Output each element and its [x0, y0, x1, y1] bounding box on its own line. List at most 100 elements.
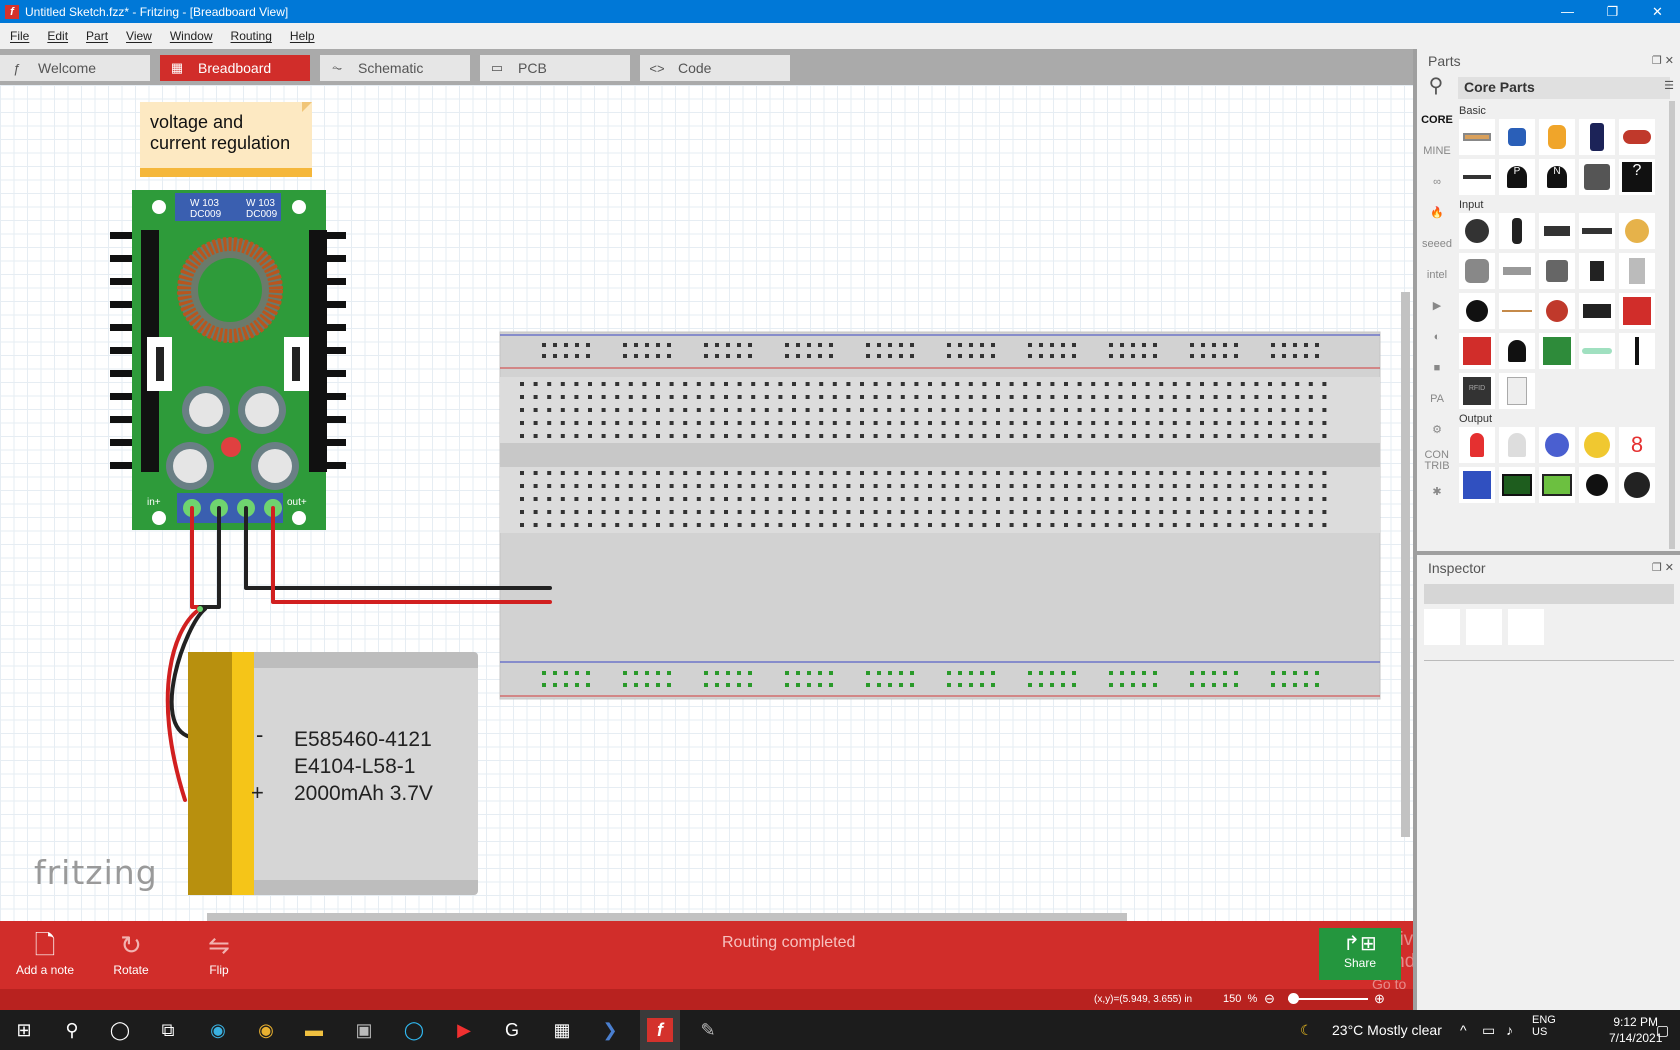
tab-schematic[interactable]: ⏦ Schematic [320, 55, 470, 81]
google-icon[interactable]: G [499, 1018, 525, 1042]
menu-part[interactable]: Part [86, 29, 108, 43]
note-text[interactable]: voltage and current regulation [140, 102, 312, 164]
part-rfid-reader[interactable]: RFID [1459, 373, 1495, 409]
bin-tab-core[interactable]: CORE [1421, 104, 1453, 135]
language-indicator[interactable]: ENG US [1532, 1014, 1556, 1038]
part-pnp-transistor[interactable]: P [1499, 159, 1535, 195]
part-humidity-sensor[interactable] [1499, 373, 1535, 409]
part-mystery-part[interactable]: ? [1619, 159, 1655, 195]
bin-tab-mine[interactable]: MINE [1421, 135, 1453, 166]
part-tantalum-capacitor[interactable] [1539, 119, 1575, 155]
powershell-icon[interactable]: ❯ [597, 1018, 623, 1042]
edge-icon[interactable]: ◉ [205, 1018, 231, 1042]
part-sensor-board[interactable] [1539, 333, 1575, 369]
zoom-in-icon[interactable]: ⊕ [1374, 991, 1385, 1007]
bin-tab-more[interactable]: ✱ [1421, 476, 1453, 507]
part-white-led[interactable] [1499, 427, 1535, 463]
bin-tab-sparkfun[interactable]: 🔥 [1421, 197, 1453, 228]
zoom-slider-handle[interactable] [1288, 993, 1299, 1004]
part-npn-transistor[interactable]: N [1539, 159, 1575, 195]
part-tilt-sensor[interactable] [1619, 253, 1655, 289]
part-resistor[interactable] [1459, 119, 1495, 155]
tab-breadboard[interactable]: ▦ Breadboard [160, 55, 310, 81]
close-button[interactable]: ✕ [1635, 0, 1680, 23]
menu-edit[interactable]: Edit [47, 29, 68, 43]
part-reed-switch[interactable] [1619, 213, 1655, 249]
part-dip-switch[interactable] [1579, 213, 1615, 249]
parts-scrollbar[interactable] [1669, 101, 1675, 549]
part-lcd-display[interactable] [1499, 467, 1535, 503]
menu-routing[interactable]: Routing [231, 29, 272, 43]
add-note-button[interactable]: 🗋 Add a note [0, 929, 90, 977]
tab-code[interactable]: <> Code [640, 55, 790, 81]
bin-tab-seeed[interactable]: seeed [1421, 228, 1453, 259]
part-buzzer[interactable] [1579, 467, 1615, 503]
bin-tab-pa[interactable]: PA [1421, 383, 1453, 414]
cortana-icon[interactable]: ◯ [107, 1018, 133, 1042]
part-joystick[interactable] [1499, 213, 1535, 249]
part-temperature-sensor[interactable] [1499, 333, 1535, 369]
part-sparkfun-board[interactable] [1459, 333, 1495, 369]
bin-tab-arduino[interactable]: ∞ [1421, 166, 1453, 197]
maximize-button[interactable]: ❐ [1590, 0, 1635, 23]
inspector-panel-controls[interactable]: ❐ ✕ [1652, 561, 1674, 574]
youtube-icon[interactable]: ▶ [451, 1018, 477, 1042]
dc-dc-converter[interactable]: W 103 DC009 W 103 DC009 in+ out+ [110, 190, 346, 530]
bin-tab-hardware[interactable]: ⚙ [1421, 414, 1453, 445]
windows-start-icon[interactable]: ⊞ [11, 1018, 37, 1042]
parts-panel-controls[interactable]: ❐ ✕ [1652, 54, 1674, 67]
part-photocell[interactable] [1539, 293, 1575, 329]
part-ir-sensor[interactable] [1579, 293, 1615, 329]
bin-tab-play[interactable]: ▶ [1421, 290, 1453, 321]
part-reed-relay[interactable] [1579, 333, 1615, 369]
canvas-horizontal-scrollbar[interactable] [207, 913, 1127, 921]
panel-splitter[interactable] [1417, 551, 1680, 555]
part-diode[interactable] [1459, 159, 1495, 195]
bin-tab-snootlab[interactable]: ◐ [1421, 321, 1453, 352]
fritzing-taskbar-icon[interactable]: f [647, 1018, 673, 1042]
alexa-icon[interactable]: ◯ [401, 1018, 427, 1042]
tab-pcb[interactable]: ▭ PCB [480, 55, 630, 81]
part-electrolytic-capacitor[interactable] [1579, 119, 1615, 155]
search-icon[interactable]: ⚲ [59, 1018, 85, 1042]
menu-view[interactable]: View [126, 29, 152, 43]
part-microphone[interactable] [1459, 293, 1495, 329]
part-accelerometer[interactable] [1619, 293, 1655, 329]
calculator-icon[interactable]: ▦ [549, 1018, 575, 1042]
part-potentiometer[interactable] [1459, 253, 1495, 289]
search-icon[interactable]: ⚲ [1421, 73, 1451, 101]
breadboard[interactable] [499, 331, 1381, 700]
part-slide-switch[interactable] [1539, 213, 1575, 249]
notifications-icon[interactable]: ▢ [1656, 1022, 1669, 1039]
part-wire-sensor[interactable] [1499, 293, 1535, 329]
tray-chevron-icon[interactable]: ^ [1460, 1022, 1467, 1038]
flip-button[interactable]: ⇋ Flip [174, 929, 264, 977]
minimize-button[interactable]: — [1545, 0, 1590, 23]
part-fet-transistor[interactable] [1579, 159, 1615, 195]
chrome-icon[interactable]: ◉ [253, 1018, 279, 1042]
part-speaker[interactable] [1619, 467, 1655, 503]
bin-tab-contrib[interactable]: CON TRIB [1421, 445, 1453, 476]
bin-tab-intel[interactable]: intel [1421, 259, 1453, 290]
clock[interactable]: 9:12 PM 7/14/2021 [1609, 1014, 1662, 1046]
paint-icon[interactable]: ✎ [695, 1018, 721, 1042]
rotate-button[interactable]: ↻ Rotate [86, 929, 176, 977]
volume-icon[interactable]: ♪ [1506, 1022, 1513, 1038]
menu-window[interactable]: Window [170, 29, 213, 43]
part-antenna[interactable] [1619, 333, 1655, 369]
zoom-slider[interactable] [1288, 998, 1368, 1000]
part-red-led[interactable] [1459, 427, 1495, 463]
share-button[interactable]: ↱⊞ Share [1319, 928, 1401, 980]
weather-text[interactable]: 23°C Mostly clear [1332, 1022, 1442, 1038]
part-power-led[interactable] [1579, 427, 1615, 463]
canvas-vertical-scrollbar[interactable] [1401, 292, 1410, 837]
network-icon[interactable]: ▭ [1482, 1022, 1495, 1039]
part-toggle-switch[interactable] [1579, 253, 1615, 289]
breadboard-canvas[interactable]: W 103 DC009 W 103 DC009 in+ out+ - + E58… [0, 85, 1413, 921]
menu-help[interactable]: Help [290, 29, 315, 43]
zoom-out-icon[interactable]: ⊖ [1264, 991, 1275, 1007]
part-led-matrix[interactable] [1459, 467, 1495, 503]
tab-welcome[interactable]: ƒ Welcome [0, 55, 150, 81]
part-light-bulb[interactable] [1539, 427, 1575, 463]
bin-menu-icon[interactable]: ☰ [1664, 79, 1674, 92]
